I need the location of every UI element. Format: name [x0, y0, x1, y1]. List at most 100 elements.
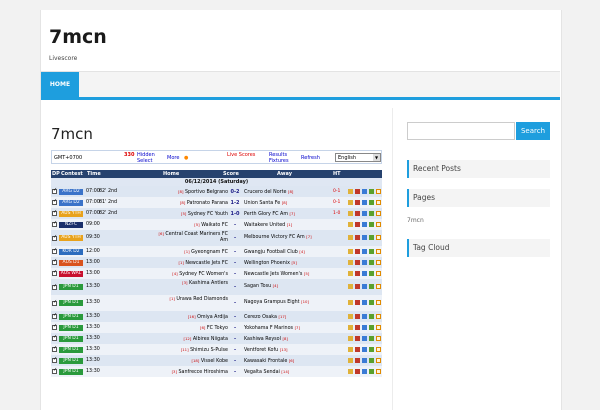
home-team[interactable]: [11] Shimizu S-Pulse [181, 347, 228, 353]
away-team[interactable]: Sagan Tosu [4] [244, 283, 278, 289]
match-score[interactable]: 0-2 [228, 189, 242, 195]
league-badge[interactable]: JPN D1 [59, 284, 83, 290]
row-checkbox[interactable] [52, 220, 57, 227]
analysis-icon[interactable] [355, 188, 360, 194]
star-icon[interactable] [376, 188, 381, 194]
analysis-icon[interactable] [355, 199, 360, 205]
match-row[interactable]: JPN D113:30 [3] Sanfrecce Hiroshima-Vegal… [51, 366, 382, 378]
analysis-icon[interactable] [355, 324, 360, 330]
league-badge[interactable]: AUS D1 [59, 259, 83, 266]
away-team[interactable]: Vegalta Sendai [14] [244, 369, 289, 375]
league-badge[interactable]: AUS YTH [59, 210, 83, 217]
match-score[interactable]: - [228, 325, 242, 331]
away-team[interactable]: Waitakere United [1] [244, 222, 292, 228]
tv-icon[interactable] [369, 357, 374, 363]
tv-icon[interactable] [369, 284, 374, 289]
match-row[interactable]: AUS YTH09:30 [6] Central Coast Mariners F… [51, 230, 382, 247]
star-icon[interactable] [376, 259, 381, 265]
analysis-icon[interactable] [355, 300, 360, 305]
odds-icon[interactable] [348, 199, 353, 205]
stats-icon[interactable] [362, 357, 367, 363]
star-icon[interactable] [376, 300, 381, 305]
analysis-icon[interactable] [355, 259, 360, 265]
match-score[interactable]: - [228, 222, 242, 228]
tv-icon[interactable] [369, 346, 374, 352]
row-checkbox[interactable] [52, 334, 57, 341]
home-team[interactable]: [1] Gyeongnam FC [184, 249, 228, 255]
analysis-icon[interactable] [355, 368, 360, 374]
row-checkbox[interactable] [52, 356, 57, 363]
row-checkbox[interactable] [52, 312, 57, 319]
league-badge[interactable]: KOR D2 [59, 248, 83, 255]
tv-icon[interactable] [369, 210, 374, 216]
home-team[interactable]: [1] Urawa Red Diamonds [158, 296, 228, 303]
search-input[interactable] [407, 122, 515, 140]
row-checkbox[interactable] [52, 234, 57, 241]
home-team[interactable]: [8] Patronato Parana [180, 200, 228, 206]
tv-icon[interactable] [369, 368, 374, 374]
home-team[interactable]: [16] Omiya Ardija [188, 314, 228, 320]
analysis-icon[interactable] [355, 210, 360, 216]
star-icon[interactable] [376, 324, 381, 330]
star-icon[interactable] [376, 368, 381, 374]
select-link[interactable]: Select [137, 158, 152, 164]
away-team[interactable]: Wellington Phoenix [5] [244, 260, 297, 266]
row-checkbox[interactable] [52, 187, 57, 194]
home-team[interactable]: [4] Sydney FC Women's [172, 271, 228, 277]
home-team[interactable]: [6] FC Tokyo [200, 325, 228, 331]
match-score[interactable]: - [228, 347, 242, 353]
search-button[interactable]: Search [516, 122, 550, 140]
away-team[interactable]: Union Santa Fe [8] [244, 200, 287, 206]
analysis-icon[interactable] [355, 248, 360, 254]
home-team[interactable]: [3] Sanfrecce Hiroshima [172, 369, 228, 375]
tv-icon[interactable] [369, 188, 374, 194]
tv-icon[interactable] [369, 335, 374, 341]
away-team[interactable]: Ventforet Kofu [13] [244, 347, 288, 353]
league-badge[interactable]: JPN D1 [59, 324, 83, 331]
star-icon[interactable] [376, 335, 381, 341]
away-team[interactable]: Kashiwa Reysol [8] [244, 336, 288, 342]
odds-icon[interactable] [348, 324, 353, 330]
tv-icon[interactable] [369, 313, 374, 319]
match-score[interactable]: - [228, 260, 242, 266]
analysis-icon[interactable] [355, 346, 360, 352]
tv-icon[interactable] [369, 221, 374, 227]
odds-icon[interactable] [348, 346, 353, 352]
stats-icon[interactable] [362, 188, 367, 194]
league-badge[interactable]: ARG D2 [59, 188, 83, 195]
stats-icon[interactable] [362, 368, 367, 374]
analysis-icon[interactable] [355, 270, 360, 276]
stats-icon[interactable] [362, 284, 367, 289]
stats-icon[interactable] [362, 248, 367, 254]
league-badge[interactable]: ARG D2 [59, 199, 83, 206]
odds-icon[interactable] [348, 235, 353, 240]
row-checkbox[interactable] [52, 283, 57, 290]
match-score[interactable]: 1-2 [228, 200, 242, 206]
analysis-icon[interactable] [355, 235, 360, 240]
league-badge[interactable]: NZFC [59, 221, 83, 228]
stats-icon[interactable] [362, 221, 367, 227]
match-score[interactable]: - [228, 235, 242, 241]
home-team[interactable]: [8] Sportivo Belgrano [178, 189, 228, 195]
away-team[interactable]: Cerezo Osaka [17] [244, 314, 286, 320]
tv-icon[interactable] [369, 300, 374, 305]
odds-icon[interactable] [348, 357, 353, 363]
stats-icon[interactable] [362, 270, 367, 276]
row-checkbox[interactable] [52, 258, 57, 265]
match-score[interactable]: - [228, 336, 242, 342]
away-team[interactable]: Kawasaki Frontale [6] [244, 358, 294, 364]
row-checkbox[interactable] [52, 345, 57, 352]
odds-icon[interactable] [348, 248, 353, 254]
star-icon[interactable] [376, 210, 381, 216]
stats-icon[interactable] [362, 313, 367, 319]
site-title[interactable]: 7mcn [49, 26, 107, 48]
away-team[interactable]: Gwangju Football Club [4] [244, 249, 305, 255]
row-checkbox[interactable] [52, 209, 57, 216]
odds-icon[interactable] [348, 284, 353, 289]
odds-icon[interactable] [348, 368, 353, 374]
fixtures-tab[interactable]: Fixtures [269, 158, 289, 164]
analysis-icon[interactable] [355, 357, 360, 363]
analysis-icon[interactable] [355, 284, 360, 289]
home-team[interactable]: [1] Newcastle Jets FC [178, 260, 228, 266]
star-icon[interactable] [376, 270, 381, 276]
